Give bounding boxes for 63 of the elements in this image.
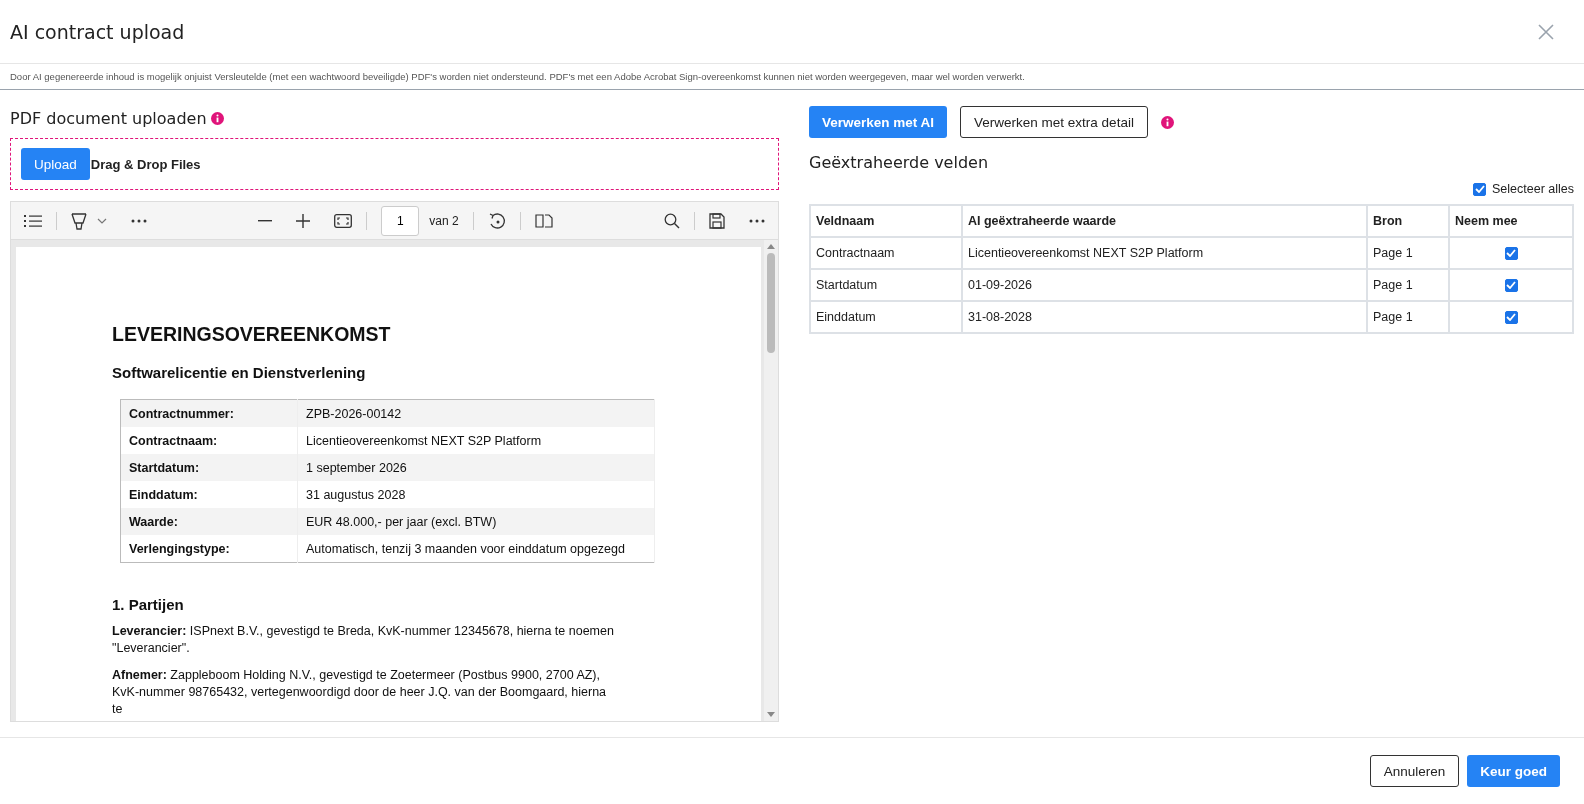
- table-cell: Page 1: [1367, 301, 1449, 333]
- table-cell: Automatisch, tenzij 3 maanden voor einddatum opgezegd: [297, 535, 655, 563]
- document-title: LEVERINGSOVEREENKOMST: [112, 323, 392, 346]
- include-checkbox[interactable]: [1504, 246, 1518, 260]
- paragraph: Afnemer: Zappleboom Holding N.V., gevestigd te Zoetermeer (Postbus 9900, 2700 AZ), KvK-nummer 98765432, vertegenwoordigd door de heer J.Q. van der Boomgaard, hierna te: [112, 667, 608, 718]
- highlighter-icon[interactable]: [71, 211, 87, 230]
- include-checkbox[interactable]: [1504, 310, 1518, 324]
- section-heading: Geëxtraheerde velden: [809, 153, 990, 172]
- dialog-title: AI contract upload: [10, 20, 185, 43]
- approve-button[interactable]: Keur goed: [1467, 755, 1560, 787]
- cancel-button[interactable]: Annuleren: [1369, 755, 1460, 787]
- column-header: Neem mee: [1449, 205, 1573, 237]
- close-icon[interactable]: [1538, 23, 1554, 40]
- more-icon[interactable]: [131, 218, 147, 223]
- table-cell: Verlengingstype:: [120, 535, 298, 563]
- select-all-label: Selecteer alles: [1492, 182, 1574, 196]
- zoom-in-icon[interactable]: [296, 213, 311, 228]
- info-icon[interactable]: [1160, 115, 1174, 129]
- section-heading: PDF document uploaden: [10, 109, 207, 128]
- search-icon[interactable]: [664, 212, 680, 229]
- page-layout-icon[interactable]: [534, 213, 553, 228]
- column-header: AI geëxtraheerde waarde: [962, 205, 1367, 237]
- scroll-down-icon[interactable]: [767, 712, 775, 717]
- table-cell: Licentieovereenkomst NEXT S2P Platform: [962, 237, 1367, 269]
- notice-text: Door AI gegenereerde inhoud is mogelijk onjuist Versleutelde (met een wachtwoord beveiligde) PDF's worden niet ondersteund. PDF's met een Adobe Acrobat Sign-overeenkomst kunnen niet worden weergegeven, maar wel worden verwerkt.: [0, 64, 1584, 90]
- list-icon[interactable]: [24, 213, 42, 228]
- select-all-checkbox[interactable]: [1473, 182, 1486, 196]
- table-cell: Contractnaam: [810, 237, 962, 269]
- caret-icon[interactable]: [97, 217, 107, 224]
- info-icon[interactable]: [210, 112, 224, 125]
- table-cell: Page 1: [1367, 269, 1449, 301]
- table-cell: 01-09-2026: [962, 269, 1367, 301]
- column-header: Bron: [1367, 205, 1449, 237]
- include-checkbox[interactable]: [1504, 278, 1518, 292]
- scrollbar[interactable]: [764, 240, 778, 721]
- table-cell: Waarde:: [120, 508, 298, 535]
- drop-zone[interactable]: Upload Drag & Drop Files: [10, 138, 779, 190]
- scroll-up-icon[interactable]: [767, 244, 775, 249]
- table-cell: EUR 48.000,- per jaar (excl. BTW): [297, 508, 655, 535]
- paragraph: Leverancier: ISPnext B.V., gevestigd te Breda, KvK-nummer 12345678, hierna te noemen "Leverancier".: [112, 623, 615, 657]
- process-detail-button[interactable]: Verwerken met extra detail: [960, 106, 1148, 138]
- table-cell: ZPB-2026-00142: [297, 399, 655, 427]
- drop-label: Drag & Drop Files: [90, 156, 201, 172]
- table-cell: 1 september 2026: [297, 454, 655, 481]
- table-cell: Page 1: [1367, 237, 1449, 269]
- column-header: Veldnaam: [810, 205, 962, 237]
- fit-page-icon[interactable]: [334, 213, 353, 228]
- process-ai-button[interactable]: Verwerken met AI: [809, 106, 948, 138]
- document-subtitle: Softwarelicentie en Dienstverlening: [112, 364, 367, 381]
- page-total: van 2: [429, 213, 459, 228]
- table-cell: Contractnummer:: [120, 399, 298, 427]
- table-cell: Startdatum:: [120, 454, 298, 481]
- table-cell: Einddatum: [810, 301, 962, 333]
- table-cell: 31-08-2028: [962, 301, 1367, 333]
- page-number-field[interactable]: 1: [381, 205, 420, 236]
- scroll-thumb[interactable]: [767, 253, 775, 353]
- zoom-out-icon[interactable]: [258, 219, 273, 222]
- section-title: 1. Partijen: [112, 596, 185, 613]
- rotate-icon[interactable]: [487, 211, 506, 230]
- table-cell: Startdatum: [810, 269, 962, 301]
- upload-button[interactable]: Upload: [21, 148, 90, 180]
- save-icon[interactable]: [709, 212, 725, 229]
- more-icon[interactable]: [749, 218, 765, 223]
